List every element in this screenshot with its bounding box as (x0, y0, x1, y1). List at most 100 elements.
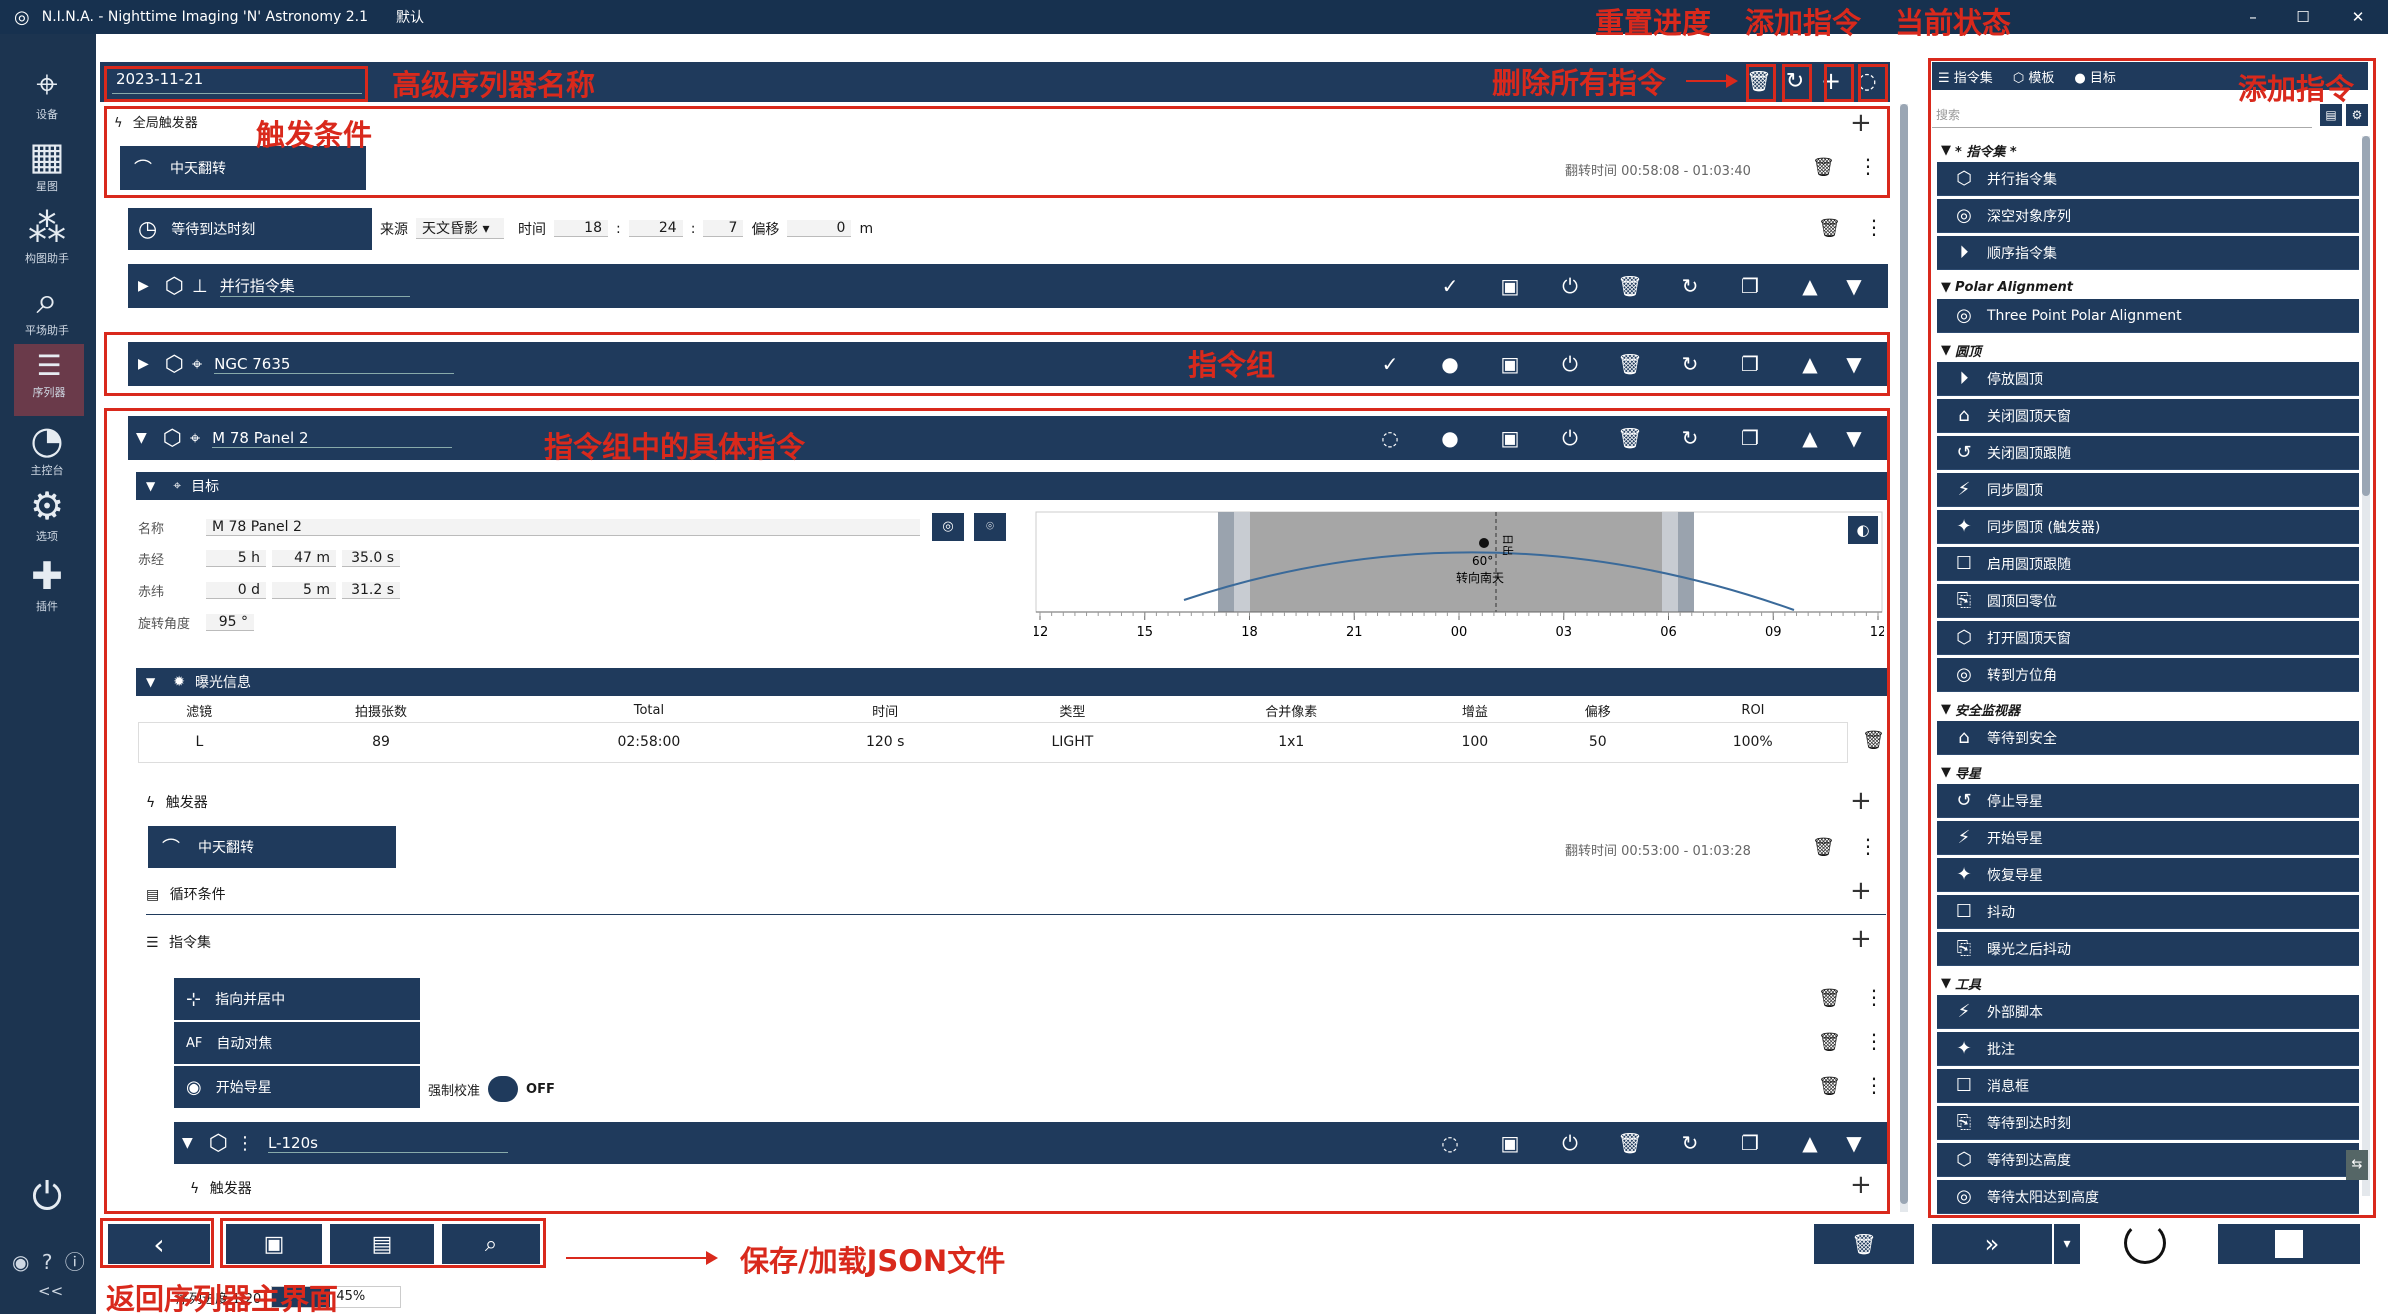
catalog-item[interactable]: ⌂ 等待到安全 (1937, 721, 2359, 755)
group-meridian-flip-trigger[interactable]: ⌒ 中天翻转 (148, 826, 396, 868)
back-button[interactable]: ‹ (108, 1224, 210, 1264)
tab-templates[interactable]: ⬡ 模板 (2013, 67, 2055, 86)
center-menu-icon[interactable]: ⋮ (1864, 985, 1884, 1009)
skip-dropdown-button[interactable]: ▾ (2054, 1224, 2080, 1264)
power-toggle-icon[interactable]: ⏻ (1550, 274, 1590, 298)
ra-minutes[interactable]: 47 m (272, 549, 336, 567)
offset-field[interactable]: 0 (787, 220, 852, 237)
delete-icon[interactable]: 🗑 (1610, 1131, 1650, 1155)
reset-icon[interactable]: ↻ (1670, 274, 1710, 298)
catalog-item[interactable]: ↺ 停止导星 (1937, 784, 2359, 818)
catalog-item[interactable]: ☐ 消息框 (1937, 1069, 2359, 1103)
delete-autofocus-icon[interactable]: 🗑 (1818, 1032, 1841, 1053)
catalog-item[interactable]: ⎘ 曝光之后抖动 (1937, 932, 2359, 966)
delete-guiding-icon[interactable]: 🗑 (1818, 1076, 1841, 1097)
move-up-icon[interactable]: ▲ (1790, 274, 1830, 298)
delete-trigger-icon[interactable]: 🗑 (1812, 157, 1835, 178)
move-down-icon[interactable]: ▼ (1834, 274, 1874, 298)
dec-degrees[interactable]: 0 d (206, 581, 266, 599)
move-down-icon[interactable]: ▼ (1834, 1131, 1874, 1155)
copy-icon[interactable]: ❐ (1730, 1131, 1770, 1155)
ra-seconds[interactable]: 35.0 s (342, 549, 400, 567)
catalog-category[interactable]: ▼ * 指令集 * (1937, 140, 2359, 160)
catalog-item[interactable]: ⏵ 停放圆顶 (1937, 362, 2359, 396)
chart-theme-toggle[interactable]: ◐ (1848, 516, 1878, 544)
power-button[interactable]: ⏻ (0, 1174, 94, 1218)
location-button[interactable]: ⌾ (974, 513, 1006, 541)
m78-group-row[interactable]: ▼ ⬡ ⌖ M 78 Panel 2 ◌ ● ▣ ⏻ 🗑 ↻ ❐ ▲ ▼ (128, 416, 1888, 460)
dec-minutes[interactable]: 5 m (272, 581, 336, 599)
right-scrollbar-thumb[interactable] (2362, 136, 2370, 496)
add-global-trigger-button[interactable]: + (1850, 108, 1872, 138)
save-button[interactable]: ▤ (330, 1224, 434, 1264)
check-icon[interactable]: ✓ (1370, 352, 1410, 376)
sub-group-row[interactable]: ▼ ⬡ ⋮ L-120s ◌ ▣ ⏻ 🗑 ↻ ❐ ▲ ▼ (174, 1122, 1888, 1164)
stop-button[interactable] (2218, 1224, 2360, 1264)
help-icon[interactable]: ? (42, 1250, 53, 1274)
catalog-item[interactable]: ⬡ 等待到达高度 (1937, 1143, 2359, 1177)
sidebar-item-plugins[interactable]: ✚ 插件 (0, 554, 94, 614)
sidebar-item-framing[interactable]: ⁂ 构图助手 (0, 206, 94, 266)
sync-target-button[interactable]: ◎ (932, 513, 964, 541)
tab-instructions[interactable]: ☰ 指令集 (1938, 67, 1993, 86)
sidebar-item-sequencer[interactable]: ☰ 序列器 (14, 344, 84, 416)
eye-icon[interactable]: ◉ (12, 1250, 29, 1274)
catalog-category[interactable]: ▼ 导星 (1937, 762, 2359, 782)
dec-seconds[interactable]: 31.2 s (342, 581, 400, 599)
right-scrollbar[interactable] (2362, 136, 2370, 1196)
catalog-item[interactable]: ⎘ 圆顶回零位 (1937, 584, 2359, 618)
reset-icon[interactable]: ↻ (1670, 426, 1710, 450)
catalog-item[interactable]: ⬡ 打开圆顶天窗 (1937, 621, 2359, 655)
copy-icon[interactable]: ❐ (1730, 426, 1770, 450)
save-as-button[interactable]: ▣ (226, 1224, 322, 1264)
copy-icon[interactable]: ❐ (1730, 352, 1770, 376)
current-state-button[interactable]: ◌ (1852, 64, 1882, 98)
delete-icon[interactable]: 🗑 (1610, 426, 1650, 450)
check-icon[interactable]: ✓ (1430, 274, 1470, 298)
catalog-item[interactable]: ⏵ 顺序指令集 (1937, 236, 2359, 270)
expand-icon[interactable]: ▶ (138, 356, 149, 372)
catalog-item[interactable]: ✦ 同步圆顶 (触发器) (1937, 510, 2359, 544)
autofocus-menu-icon[interactable]: ⋮ (1864, 1029, 1884, 1053)
info-icon[interactable]: ⓘ (65, 1250, 85, 1274)
delete-all-button[interactable]: 🗑 (1744, 64, 1774, 98)
maximize-button[interactable]: ☐ (2278, 8, 2328, 26)
collapse-icon[interactable]: ▼ (146, 479, 155, 493)
center-instruction[interactable]: ⊹ 指向并居中 (174, 978, 420, 1020)
power-toggle-icon[interactable]: ⏻ (1550, 426, 1590, 450)
move-up-icon[interactable]: ▲ (1790, 1131, 1830, 1155)
catalog-item[interactable]: ↺ 关闭圆顶跟随 (1937, 436, 2359, 470)
catalog-category[interactable]: ▼ 工具 (1937, 973, 2359, 993)
add-instruction-to-set-button[interactable]: + (1850, 924, 1872, 954)
catalog-item[interactable]: ⌂ 关闭圆顶天窗 (1937, 399, 2359, 433)
move-down-icon[interactable]: ▼ (1834, 426, 1874, 450)
catalog-item[interactable]: ⚡ 同步圆顶 (1937, 473, 2359, 507)
save-icon[interactable]: ▣ (1490, 426, 1530, 450)
catalog-item[interactable]: ✦ 恢复导星 (1937, 858, 2359, 892)
sidebar-item-equipment[interactable]: ⌖ 设备 (0, 62, 94, 122)
catalog-category[interactable]: ▼ Polar Alignment (1937, 277, 2359, 297)
sidebar-item-skymap[interactable]: ▦ 星图 (0, 134, 94, 194)
rotation-field[interactable]: 95 ° (206, 613, 254, 631)
skip-button[interactable]: » (1932, 1224, 2052, 1264)
move-up-icon[interactable]: ▲ (1790, 426, 1830, 450)
delete-icon[interactable]: 🗑 (1610, 274, 1650, 298)
wait-menu-icon[interactable]: ⋮ (1864, 215, 1884, 239)
expand-icon[interactable]: ▶ (138, 278, 149, 294)
sidebar-item-flat-wizard[interactable]: ⌕ 平场助手 (0, 278, 94, 338)
main-scrollbar-thumb[interactable] (1900, 104, 1908, 1204)
collapse-sidebar-button[interactable]: << (38, 1282, 63, 1300)
minimize-button[interactable]: – (2228, 8, 2278, 26)
hour-field[interactable]: 18 (554, 220, 608, 237)
power-toggle-icon[interactable]: ⏻ (1550, 1131, 1590, 1155)
ngc-group-row[interactable]: ▶ ⬡ ⌖ NGC 7635 ✓ ● ▣ ⏻ 🗑 ↻ ❐ ▲ ▼ (128, 342, 1888, 386)
catalog-item[interactable]: ⎘ 等待到达时刻 (1937, 1106, 2359, 1140)
catalog-item[interactable]: ◎ 等待太阳达到高度 (1937, 1180, 2359, 1214)
parallel-set-row[interactable]: ▶ ⬡ ⊥ 并行指令集 ✓ ▣ ⏻ 🗑 ↻ ❐ ▲ ▼ (128, 264, 1888, 308)
wait-for-time-instruction[interactable]: ◷ 等待到达时刻 (128, 208, 372, 250)
delete-icon[interactable]: 🗑 (1610, 352, 1650, 376)
catalog-category[interactable]: ▼ 安全监视器 (1937, 699, 2359, 719)
add-loop-condition-button[interactable]: + (1850, 876, 1872, 906)
catalog-item[interactable]: ⚡ 外部脚本 (1937, 995, 2359, 1029)
collapse-icon[interactable]: ▼ (182, 1135, 193, 1151)
